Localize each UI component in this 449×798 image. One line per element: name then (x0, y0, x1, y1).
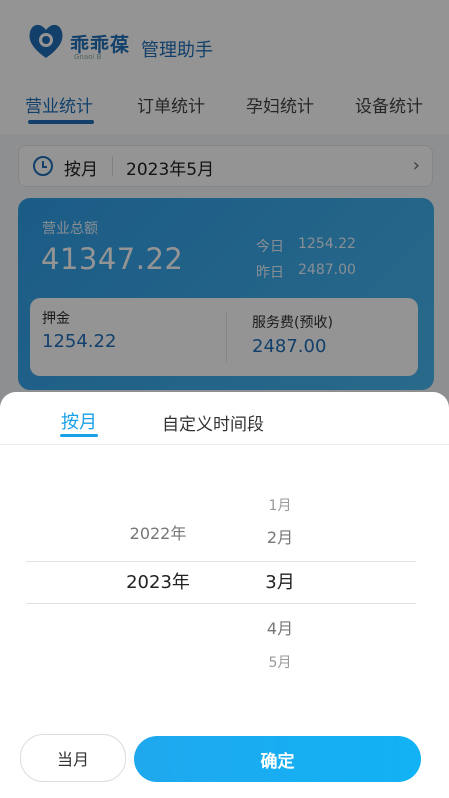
picker-selection-bottom-line (26, 603, 416, 604)
picker-month-option[interactable]: 2月 (267, 524, 293, 548)
tab-custom-range[interactable]: 自定义时间段 (162, 410, 264, 435)
picker-month-option[interactable]: 4月 (267, 615, 293, 639)
divider (0, 444, 449, 445)
picker-month-option[interactable]: 5月 (269, 652, 292, 672)
picker-year-option[interactable]: 2022年 (130, 520, 187, 544)
picker-year-selected[interactable]: 2023年 (126, 568, 190, 594)
active-tab-indicator (60, 434, 98, 437)
confirm-button[interactable]: 确定 (134, 736, 421, 782)
picker-month-selected[interactable]: 3月 (265, 568, 294, 594)
date-picker-sheet: 按月 自定义时间段 2022年 2023年 1月 2月 3月 4月 5月 当月 … (0, 392, 449, 798)
picker-month-option[interactable]: 1月 (269, 495, 292, 515)
picker-selection-top-line (26, 561, 416, 562)
tab-by-month[interactable]: 按月 (61, 408, 97, 434)
current-month-button[interactable]: 当月 (20, 734, 126, 782)
